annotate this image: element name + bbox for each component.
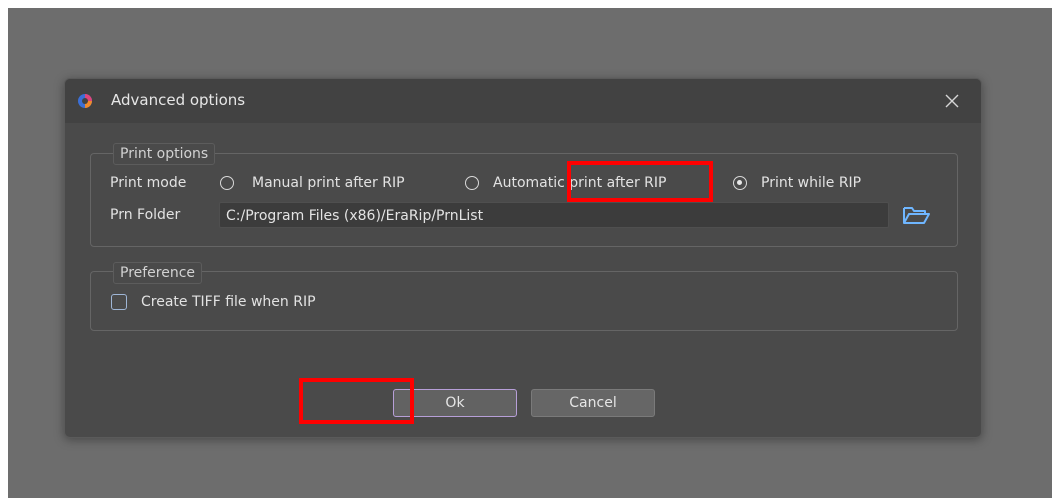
radio-manual-print-label[interactable]: Manual print after RIP — [252, 175, 405, 191]
print-options-group — [90, 153, 958, 247]
radio-automatic-print[interactable] — [465, 176, 479, 190]
prn-folder-label: Prn Folder — [110, 207, 181, 223]
print-mode-label: Print mode — [110, 175, 187, 191]
folder-open-icon[interactable] — [901, 203, 931, 227]
preference-legend: Preference — [113, 262, 203, 284]
app-logo-icon — [78, 94, 92, 108]
annotation-highlight-automatic-print — [567, 161, 713, 202]
close-button[interactable] — [935, 87, 969, 115]
radio-print-while-rip-label[interactable]: Print while RIP — [761, 175, 861, 191]
cancel-button[interactable]: Cancel — [531, 389, 655, 417]
radio-manual-print[interactable] — [220, 176, 234, 190]
create-tiff-label[interactable]: Create TIFF file when RIP — [141, 294, 316, 310]
dialog-title: Advanced options — [111, 91, 246, 109]
close-icon — [945, 94, 959, 108]
advanced-options-dialog: Advanced options Print options Print mod… — [64, 78, 982, 438]
annotation-highlight-ok-button — [299, 378, 414, 424]
dialog-titlebar: Advanced options — [65, 79, 981, 123]
print-options-legend: Print options — [113, 143, 216, 165]
create-tiff-checkbox[interactable] — [111, 294, 127, 310]
prn-folder-input[interactable]: C:/Program Files (x86)/EraRip/PrnList — [219, 202, 889, 228]
radio-print-while-rip[interactable] — [733, 176, 747, 190]
